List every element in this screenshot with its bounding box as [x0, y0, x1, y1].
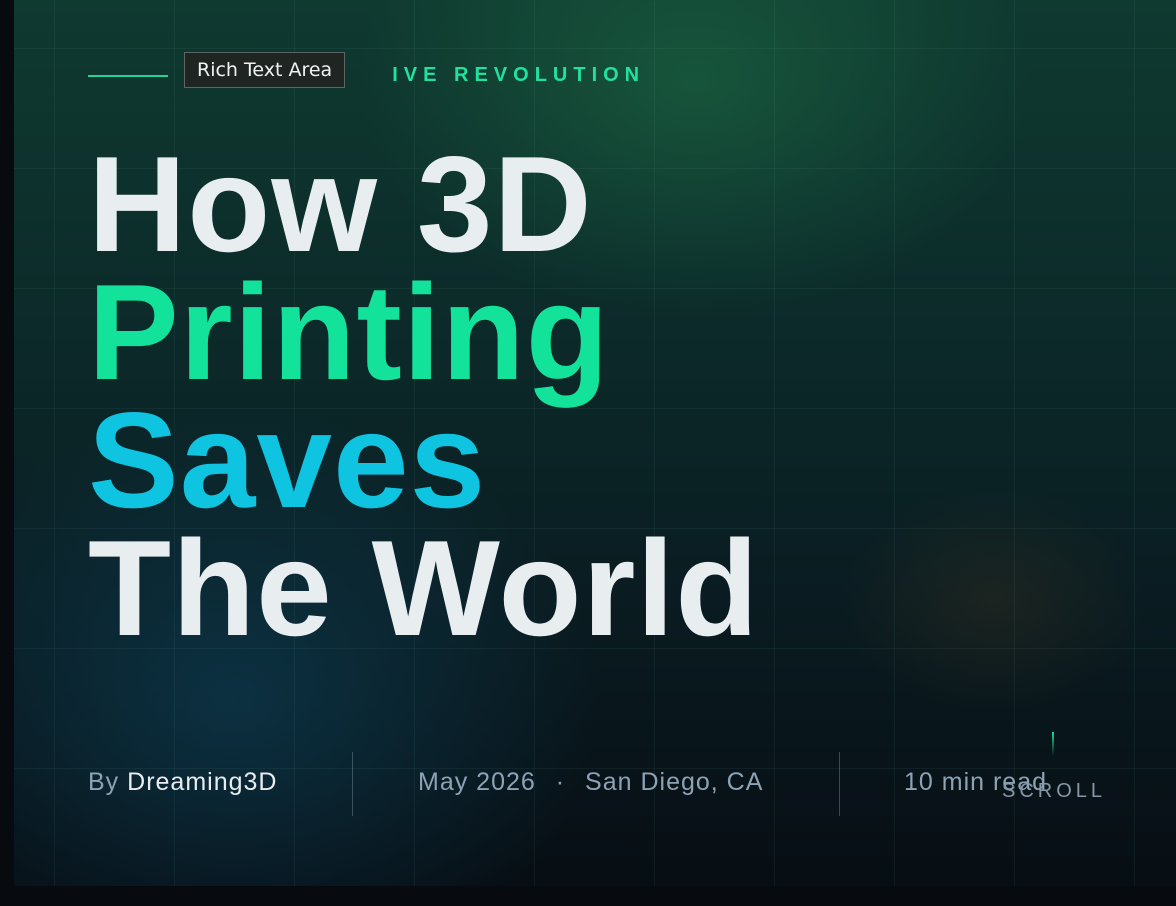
headline-line-3: Saves [88, 384, 487, 536]
scroll-indicator-line [1052, 732, 1054, 756]
meta-location: San Diego, CA [585, 768, 764, 796]
eyebrow: TIVE REVOLUTION [88, 64, 645, 87]
article-headline[interactable]: How 3D Printing Saves The World [88, 128, 760, 664]
meta-author-name[interactable]: Dreaming3D [127, 768, 277, 796]
eyebrow-text-end: IVE REVOLUTION [392, 64, 646, 86]
meta-separator: · [555, 768, 566, 796]
meta-author: By Dreaming3D [88, 768, 277, 797]
meta-date-location: May 2026 · San Diego, CA [418, 768, 763, 797]
meta-divider [839, 752, 840, 816]
eyebrow-rule [88, 74, 168, 77]
meta-divider [352, 752, 353, 816]
hero-section: TIVE REVOLUTION How 3D Printing Saves Th… [14, 0, 1176, 886]
headline-line-1: How 3D [88, 128, 593, 280]
rich-text-area-tooltip: Rich Text Area [184, 52, 346, 88]
meta-by-label: By [88, 768, 120, 796]
headline-line-2: Printing [88, 256, 610, 408]
article-meta: By Dreaming3D May 2026 · San Diego, CA 1… [88, 752, 1098, 816]
scroll-indicator-label[interactable]: SCROLL [1002, 780, 1106, 803]
meta-date: May 2026 [418, 768, 536, 796]
headline-line-4: The World [88, 512, 760, 664]
